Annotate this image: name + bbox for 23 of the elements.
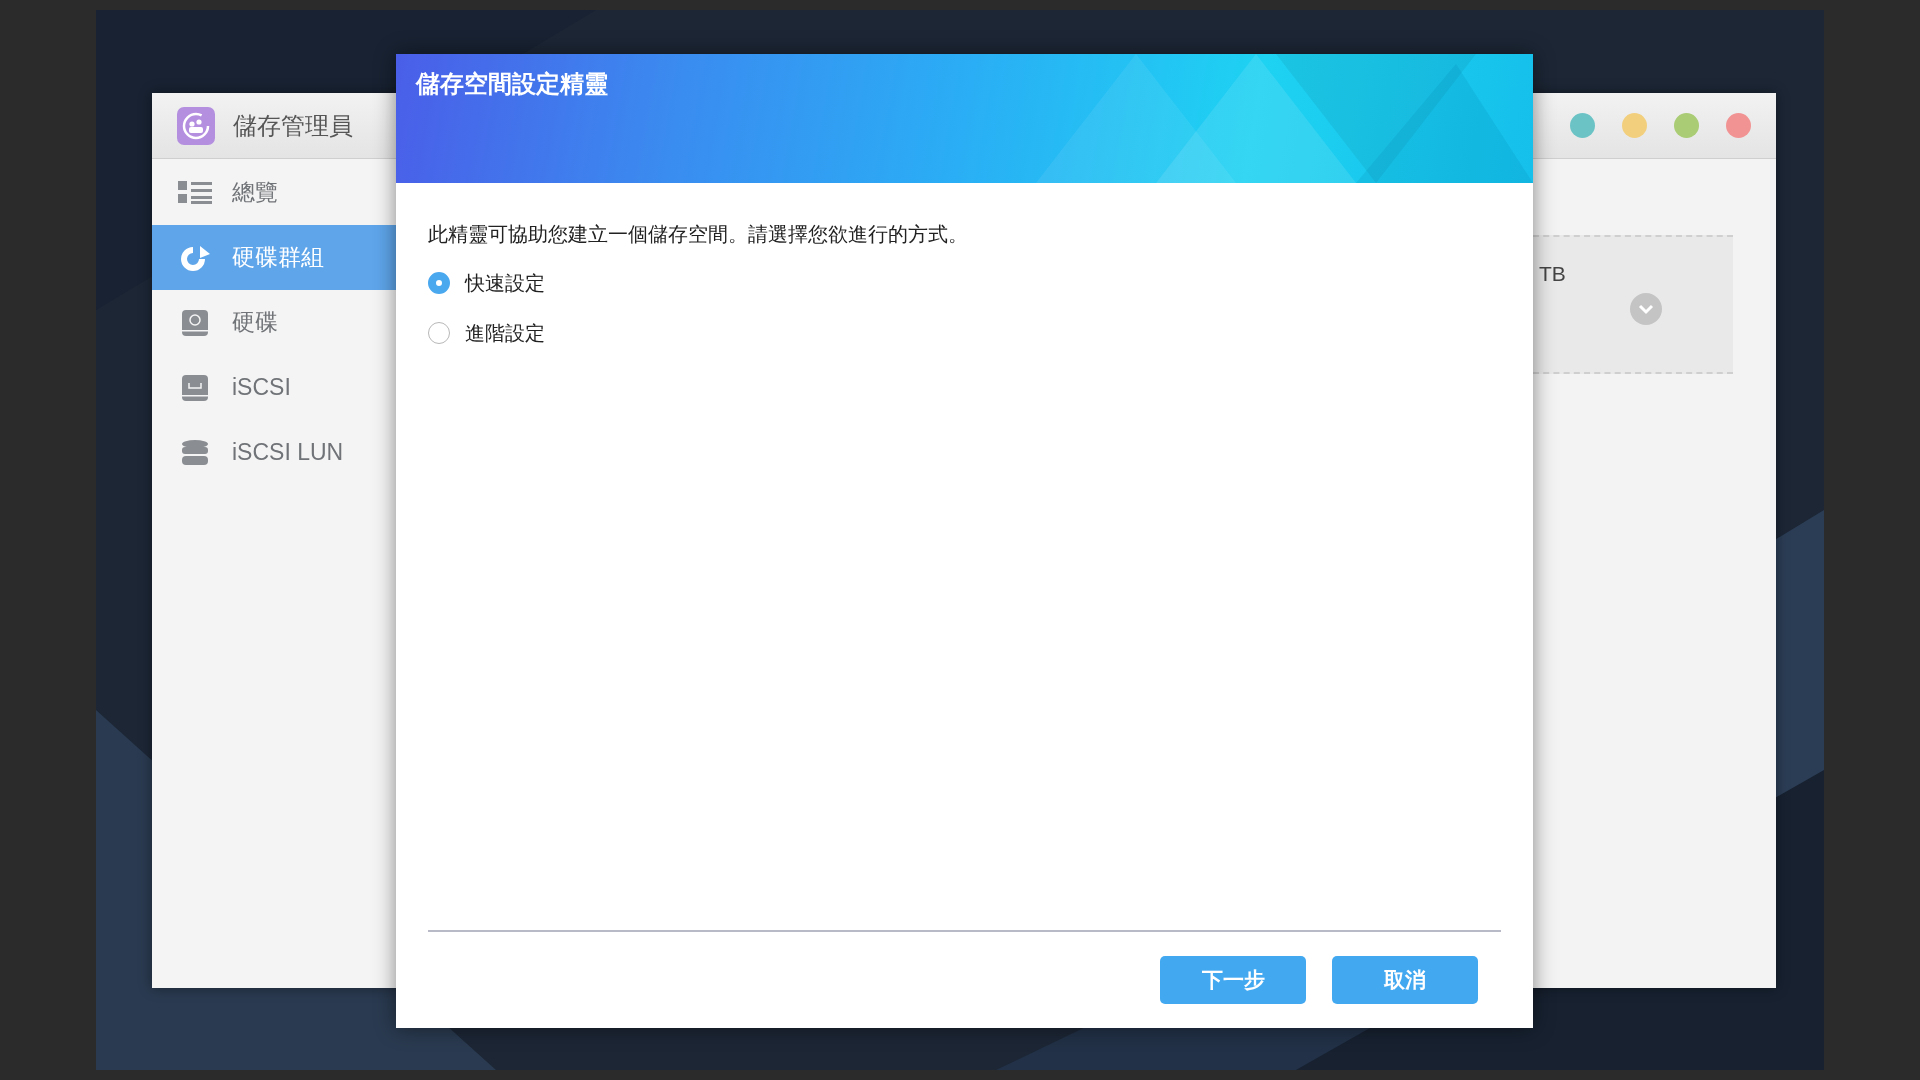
option-label[interactable]: 進階設定: [465, 319, 545, 347]
dialog-button[interactable]: 下一步: [1160, 956, 1306, 1004]
disc-chart-icon: [178, 243, 212, 272]
radio-button[interactable]: [428, 322, 450, 344]
storage-app-icon: [177, 106, 215, 145]
sidebar-item[interactable]: 硬碟群組: [152, 225, 396, 290]
dialog-button[interactable]: 取消: [1332, 956, 1478, 1004]
capacity-text: TB: [1539, 262, 1566, 286]
window-control-dot[interactable]: [1674, 113, 1699, 138]
dialog-title: 儲存空間設定精靈: [416, 69, 608, 99]
sidebar-item[interactable]: 總覽: [152, 160, 396, 225]
sidebar-item[interactable]: iSCSI: [152, 355, 396, 420]
chevron-down-icon: [1630, 293, 1662, 325]
sidebar-item[interactable]: iSCSI LUN: [152, 420, 396, 485]
window-control-dot[interactable]: [1622, 113, 1647, 138]
window-control-dot[interactable]: [1570, 113, 1595, 138]
window-control-dot[interactable]: [1726, 113, 1751, 138]
app-title: 儲存管理員: [233, 110, 353, 141]
option-label[interactable]: 快速設定: [465, 269, 545, 297]
radio-button[interactable]: [428, 272, 450, 294]
sidebar-item[interactable]: 硬碟: [152, 290, 396, 355]
instruction-text: 此精靈可協助您建立一個儲存空間。請選擇您欲進行的方式。: [428, 222, 969, 247]
list-icon: [178, 178, 212, 207]
